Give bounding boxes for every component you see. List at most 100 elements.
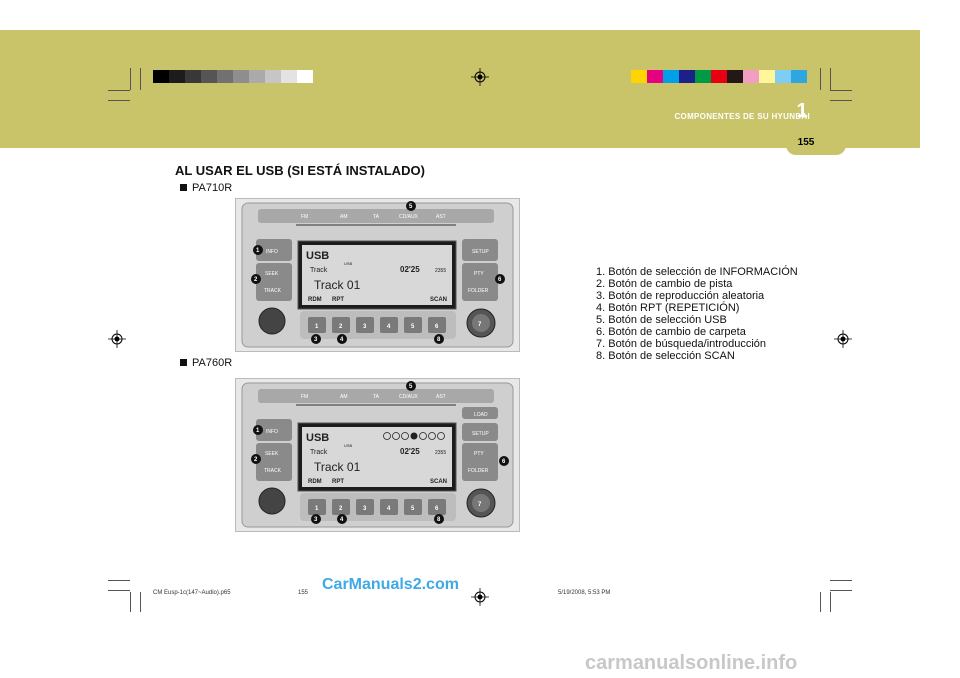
color-swatch [759, 70, 775, 83]
ast-button[interactable]: AST [436, 214, 446, 220]
display-source: USB [306, 250, 329, 262]
info-button[interactable]: INFO [266, 249, 278, 255]
crop-mark [820, 68, 821, 90]
radio-panel: FM AM TA CD/AUX AST INFO SEEK TRACK SETU… [236, 199, 519, 351]
color-swatch [695, 70, 711, 83]
folder-button[interactable]: FOLDER [468, 468, 489, 474]
crop-mark [830, 590, 852, 591]
setup-button[interactable]: SETUP [472, 249, 489, 255]
radio-illustration-pa760r: FM AM TA CD/AUX AST INFO SEEK TRACK LOAD… [235, 378, 520, 532]
footer-page: 155 [298, 590, 309, 596]
legend-item: 3. Botón de reproducción aleatoria [596, 290, 765, 302]
legend-item: 6. Botón de cambio de carpeta [596, 326, 746, 338]
color-swatch [249, 70, 265, 83]
color-swatch [201, 70, 217, 83]
am-button[interactable]: AM [340, 394, 348, 400]
color-swatch [153, 70, 169, 83]
seek-button[interactable]: SEEK [265, 451, 279, 457]
color-swatch [743, 70, 759, 83]
fm-button[interactable]: FM [301, 394, 308, 400]
crop-mark [830, 100, 852, 101]
color-swatch [679, 70, 695, 83]
color-swatch [727, 70, 743, 83]
legend-item: 5. Botón de selección USB [596, 314, 727, 326]
cd-aux-button[interactable]: CD/AUX [399, 394, 419, 400]
ast-button[interactable]: AST [436, 394, 446, 400]
model-name: PA760R [192, 357, 233, 369]
watermark-carmanualsonline[interactable]: carmanualsonline.info [585, 652, 797, 675]
color-swatch [791, 70, 807, 83]
display-scan: SCAN [430, 297, 447, 303]
color-swatch [185, 70, 201, 83]
display-track: Track 01 [314, 278, 361, 292]
crop-mark [830, 592, 831, 612]
display-sub: USB [344, 261, 353, 266]
display-rdm: RDM [308, 297, 322, 303]
load-button[interactable]: LOAD [474, 412, 488, 418]
watermark-carmanuals2[interactable]: CarManuals2.com [322, 576, 459, 594]
crop-mark [140, 592, 141, 612]
color-swatch [775, 70, 791, 83]
crop-mark [140, 68, 141, 90]
radio-panel: FM AM TA CD/AUX AST INFO SEEK TRACK LOAD… [236, 379, 519, 531]
pty-button[interactable]: PTY [474, 271, 484, 277]
color-swatch [265, 70, 281, 83]
model-label-pa710r: PA710R [180, 182, 232, 194]
pty-button[interactable]: PTY [474, 451, 484, 457]
color-swatch [217, 70, 233, 83]
display-rpt: RPT [332, 297, 344, 303]
cd-aux-button[interactable]: CD/AUX [399, 214, 419, 220]
display-track-label: Track [310, 449, 328, 456]
display-sub: USB [344, 443, 353, 448]
display-folder: 2355 [435, 268, 446, 274]
folder-button[interactable]: FOLDER [468, 288, 489, 294]
color-swatch [169, 70, 185, 83]
track-button[interactable]: TRACK [264, 288, 282, 294]
fm-button[interactable]: FM [301, 214, 308, 220]
crop-mark [830, 580, 852, 581]
display-folder: 2355 [435, 450, 446, 456]
crop-mark [830, 90, 852, 91]
model-name: PA710R [192, 182, 233, 194]
legend-item: 8. Botón de selección SCAN [596, 350, 735, 362]
header-band [0, 30, 920, 148]
display-track-label: Track [310, 267, 328, 274]
legend-item: 4. Botón RPT (REPETICIÓN) [596, 302, 740, 314]
setup-button[interactable]: SETUP [472, 431, 489, 437]
section-title: COMPONENTES DE SU HYUNDAI [674, 112, 810, 121]
registration-mark-icon [108, 330, 126, 348]
color-swatch [281, 70, 297, 83]
registration-mark-icon [471, 68, 489, 86]
ta-button[interactable]: TA [373, 394, 380, 400]
bullet-square-icon [180, 359, 187, 366]
crop-mark [130, 592, 131, 612]
color-swatch [297, 70, 313, 83]
legend-item: 7. Botón de búsqueda/introducción [596, 338, 767, 350]
display-source: USB [306, 432, 329, 444]
am-button[interactable]: AM [340, 214, 348, 220]
footer-file: CM Eusp-1c(147~Audio).p65 [153, 590, 231, 596]
registration-mark-icon [471, 588, 489, 606]
crop-mark [820, 592, 821, 612]
footer-date: 5/19/2008, 5:53 PM [558, 590, 611, 596]
display-time: 02'25 [400, 447, 420, 456]
page-number: 155 [797, 137, 815, 148]
bullet-square-icon [180, 184, 187, 191]
crop-mark [108, 590, 130, 591]
radio-illustration-pa710r: FM AM TA CD/AUX AST INFO SEEK TRACK SETU… [235, 198, 520, 352]
grayscale-color-bar [153, 70, 313, 83]
legend-item: 2. Botón de cambio de pista [596, 278, 733, 290]
ta-button[interactable]: TA [373, 214, 380, 220]
display-rdm: RDM [308, 479, 322, 485]
color-swatch [647, 70, 663, 83]
section-heading: AL USAR EL USB (SI ESTÁ INSTALADO) [175, 163, 425, 178]
info-button[interactable]: INFO [266, 429, 278, 435]
track-button[interactable]: TRACK [264, 468, 282, 474]
crop-mark [108, 90, 130, 91]
color-swatch [233, 70, 249, 83]
registration-mark-icon [834, 330, 852, 348]
seek-button[interactable]: SEEK [265, 271, 279, 277]
color-swatch [663, 70, 679, 83]
display-rpt: RPT [332, 479, 344, 485]
crop-mark [108, 100, 130, 101]
